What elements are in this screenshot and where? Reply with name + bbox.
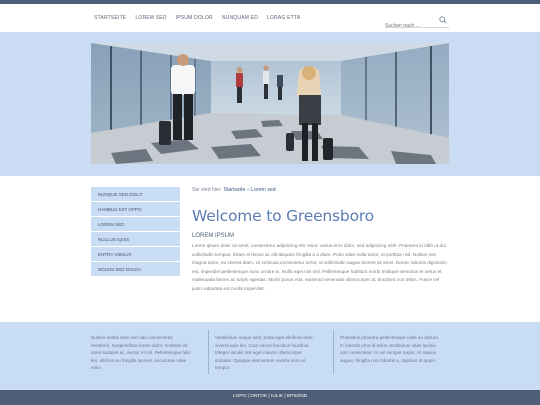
footer-divider xyxy=(208,330,209,374)
footer-column-1: Nullam mattis ante non odio consectetur … xyxy=(91,335,191,370)
bottom-link-iulik[interactable]: Iulik xyxy=(271,394,283,399)
search-box xyxy=(385,14,449,32)
bottom-links: Lopo | Ontok | Iulik | Epsond xyxy=(0,394,540,399)
main-content: Sie sind hier: Startseite » Lorem sed We… xyxy=(192,187,449,293)
hero-image xyxy=(91,43,449,164)
sidebar-item-nolem[interactable]: Nolem sed dolda xyxy=(91,262,180,277)
page-title: Welcome to Greensboro xyxy=(192,207,374,225)
sidebar-item-entra[interactable]: Entra vibilus xyxy=(91,247,180,262)
nav-item-lorem-sed[interactable]: Lorem sed xyxy=(135,15,166,21)
footer-divider xyxy=(333,330,334,374)
nav-item-startseite[interactable]: Startseite xyxy=(94,15,126,21)
breadcrumb-separator: » xyxy=(246,187,250,193)
bottom-link-separator: | xyxy=(268,394,270,399)
breadcrumb-current[interactable]: Lorem sed xyxy=(251,187,276,193)
bottom-link-separator: | xyxy=(284,394,286,399)
section-subtitle: Lorem ipsum xyxy=(192,233,235,239)
search-input[interactable] xyxy=(385,20,435,32)
header: Startseite Lorem sed Ipsum dolor Nunquam… xyxy=(0,4,540,32)
bottom-link-separator: | xyxy=(247,394,249,399)
footer-column-3: Phasellus pharetra pellentesque nulla eu… xyxy=(340,335,440,363)
nav-item-lorag-etta[interactable]: Lorag etta xyxy=(267,15,300,21)
search-icon[interactable] xyxy=(439,16,447,24)
body-paragraph: Lorem ipsum dolor sit amet, consectetur … xyxy=(192,243,447,291)
airport-photo xyxy=(91,43,449,164)
sidebar-item-lorem-sed[interactable]: Lorem sed xyxy=(91,217,180,232)
bottom-link-lopo[interactable]: Lopo xyxy=(233,394,246,399)
nav-item-ipsum-dolor[interactable]: Ipsum dolor xyxy=(176,15,213,21)
breadcrumb-prefix: Sie sind hier: xyxy=(192,187,222,193)
sidebar-item-hambus[interactable]: Hambus est oppo xyxy=(91,202,180,217)
sidebar: Nunque sed dolit Hambus est oppo Lorem s… xyxy=(91,187,180,277)
nav-item-nunquam-ed[interactable]: Nunquam ed xyxy=(222,15,258,21)
sidebar-item-nunque[interactable]: Nunque sed dolit xyxy=(91,187,180,202)
breadcrumb-home-link[interactable]: Startseite xyxy=(223,187,245,193)
footer-column-2: Vestibulum neque velit, porta eget eleif… xyxy=(215,335,314,370)
breadcrumb: Sie sind hier: Startseite » Lorem sed xyxy=(192,187,449,197)
sidebar-item-nullus[interactable]: Nullus iquis xyxy=(91,232,180,247)
bottom-link-ontok[interactable]: Ontok xyxy=(250,394,267,399)
bottom-link-epsond[interactable]: Epsond xyxy=(287,394,307,399)
main-nav: Startseite Lorem sed Ipsum dolor Nunquam… xyxy=(94,15,300,21)
